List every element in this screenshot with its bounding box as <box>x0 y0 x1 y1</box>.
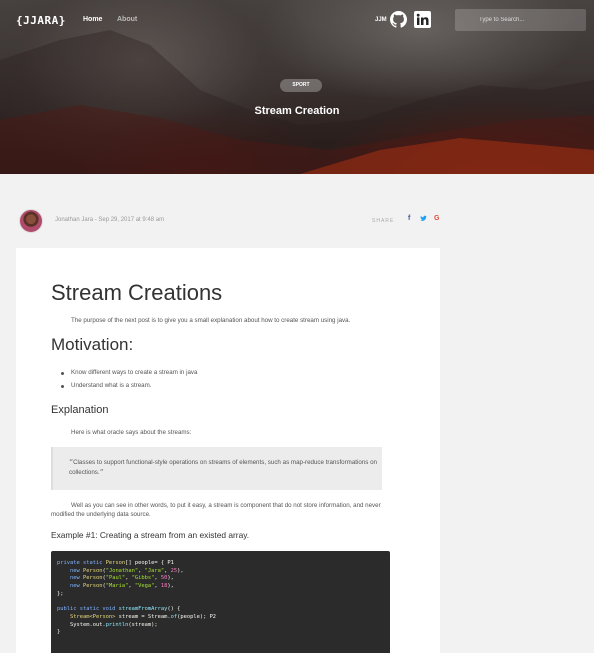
quote-body: “Classes to support functional-style ope… <box>69 458 377 478</box>
code-line: public static void streamFromArray() { <box>57 606 181 613</box>
hero-banner: {JJARA} Home About JJM SPORT Stream Crea… <box>0 0 594 174</box>
code-block: private static Person[] people= { P1 new… <box>51 551 390 653</box>
bullet-icon <box>61 385 64 388</box>
explanation-text: Here is what oracle says about the strea… <box>71 429 192 436</box>
share-label: SHARE <box>372 218 395 224</box>
body-paragraph: Well as you can see in other words, to p… <box>51 502 381 518</box>
article-card: Stream Creations The purpose of the next… <box>16 248 440 653</box>
twitter-icon[interactable] <box>420 215 427 224</box>
list-item: Understand what is a stream. <box>71 382 152 389</box>
code-line: Stream<Person> stream = Stream.of(people… <box>69 613 217 620</box>
code-line: new Person("Paul", "Gibbs", 50), <box>69 575 174 582</box>
google-plus-icon[interactable]: G <box>434 215 439 222</box>
site-logo[interactable]: {JJARA} <box>16 14 66 27</box>
code-line: }; <box>57 590 64 597</box>
code-line: private static Person[] people= { P1 <box>57 560 174 566</box>
explanation-heading: Explanation <box>51 404 109 416</box>
example-heading: Example #1: Creating a stream from an ex… <box>51 530 250 540</box>
blockquote: “Classes to support functional-style ope… <box>51 447 382 490</box>
category-tag[interactable]: SPORT <box>280 79 322 92</box>
code-line: new Person("Maria", "Vega", 18), <box>69 583 174 590</box>
bullet-icon <box>61 372 64 375</box>
code-line: System.out.println(stream); <box>57 621 158 628</box>
github-icon[interactable] <box>390 11 407 28</box>
article-title: Stream Creations <box>51 280 223 305</box>
linkedin-icon[interactable] <box>414 11 431 28</box>
motivation-heading: Motivation: <box>51 335 134 354</box>
nav-initials-link[interactable]: JJM <box>375 17 387 23</box>
quote-text: Classes to support functional-style oper… <box>69 459 377 476</box>
search-input[interactable] <box>455 9 586 31</box>
nav-home-link[interactable]: Home <box>83 16 102 23</box>
code-line: new Person("Jonathan", "Jara", 25), <box>69 567 184 574</box>
author-avatar[interactable] <box>19 209 43 233</box>
intro-paragraph: The purpose of the next post is to give … <box>71 317 351 324</box>
post-title: Stream Creation <box>254 105 340 117</box>
code-line: } <box>57 629 61 636</box>
list-item: Know different ways to create a stream i… <box>71 369 198 376</box>
facebook-icon[interactable]: f <box>408 215 410 222</box>
author-meta: Jonathan Jara - Sep 29, 2017 at 9:48 am <box>55 217 165 223</box>
close-quote-icon: ” <box>99 468 104 477</box>
nav-about-link[interactable]: About <box>117 16 137 23</box>
